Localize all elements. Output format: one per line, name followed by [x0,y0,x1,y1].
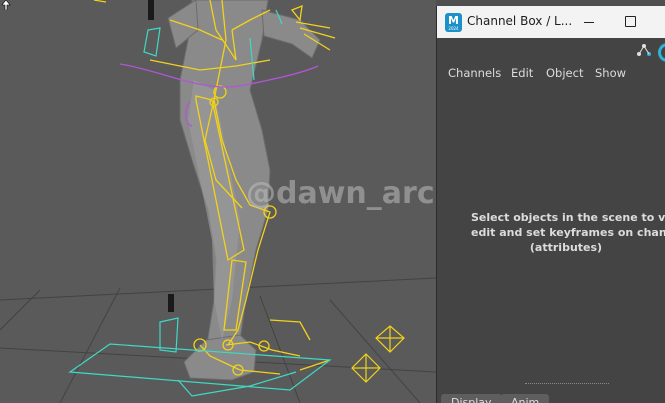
empty-message-line: (attributes) [529,241,603,254]
menu-edit[interactable]: Edit [511,66,533,80]
menu-channels[interactable]: Channels [448,66,501,80]
3d-viewport[interactable]: @dawn_arc [0,0,436,403]
window-titlebar[interactable]: M 2024 Channel Box / L... [437,6,665,38]
node-graph-icon[interactable] [637,44,651,56]
tab-display[interactable]: Display [441,394,502,403]
watermark-text: @dawn_arc [246,176,435,211]
move-cursor-icon [1,0,11,10]
menu-show[interactable]: Show [595,66,626,80]
minimize-button[interactable] [583,15,597,29]
channel-box-toolbar [437,38,665,64]
empty-selection-message: Select objects in the scene to view, edi… [471,210,665,255]
menu-object[interactable]: Object [546,66,583,80]
maximize-button[interactable] [625,16,636,27]
empty-message-line: Select objects in the scene to view, [471,211,665,224]
window-title: Channel Box / L... [467,14,573,28]
tab-anim[interactable]: Anim [501,394,550,403]
menu-bar: Channels Edit Object Show [437,64,665,84]
layer-editor-tabs: Display Anim [441,394,665,403]
channel-box-panel: M 2024 Channel Box / L... Channels Edit … [436,6,665,403]
app-icon-version: 2024 [448,26,459,31]
panel-splitter-handle[interactable] [525,383,609,385]
maya-app-icon: M 2024 [445,13,462,32]
empty-message-line: edit and set keyframes on channels [471,226,665,239]
